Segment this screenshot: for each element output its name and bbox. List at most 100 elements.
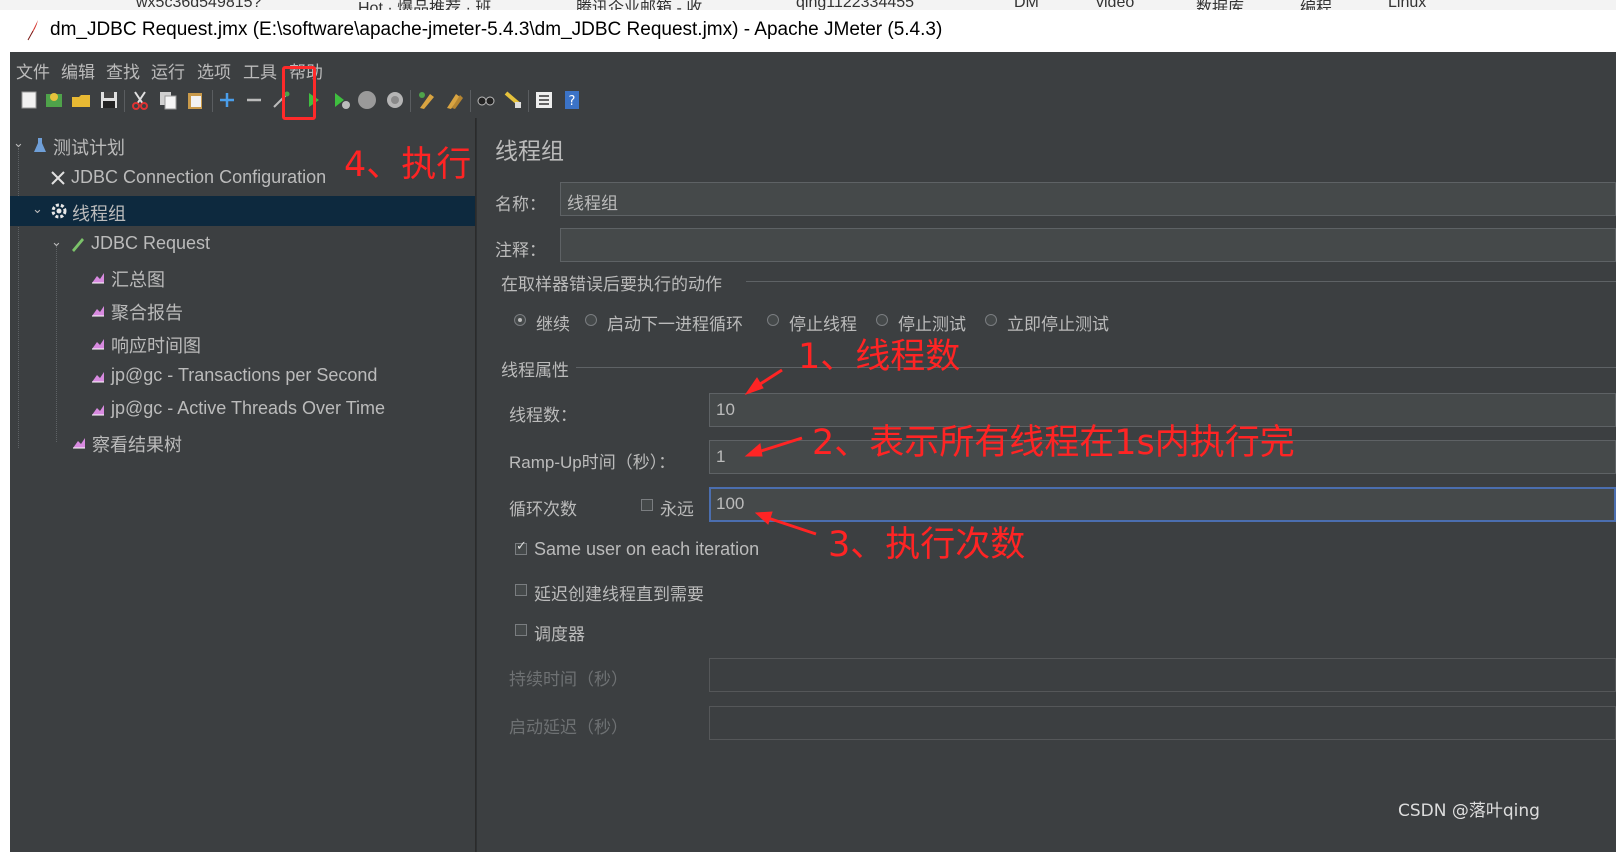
delay-thread-creation-label: 延迟创建线程直到需要 xyxy=(534,585,704,605)
tree-item-summary-graph[interactable]: 汇总图 xyxy=(10,262,475,292)
toolbar-separator xyxy=(528,90,529,112)
annotation-thread-count: 1、线程数 xyxy=(798,337,961,377)
clear-all-icon[interactable] xyxy=(443,89,465,111)
title-bar: dm_JDBC Request.jmx (E:\software\apache-… xyxy=(10,10,1616,52)
menu-edit[interactable]: 编辑 xyxy=(61,58,95,83)
scheduler-label: 调度器 xyxy=(534,625,585,645)
name-label: 名称： xyxy=(495,195,546,215)
reset-search-icon[interactable] xyxy=(502,89,524,111)
cut-icon[interactable] xyxy=(129,89,151,111)
config-tools-icon xyxy=(49,169,67,187)
shutdown-icon[interactable] xyxy=(384,89,406,111)
annotation-ramp-up: 2、表示所有线程在1s内执行完 xyxy=(812,423,1295,463)
page-title: 线程组 xyxy=(495,139,564,165)
annotation-loop-count: 3、执行次数 xyxy=(828,525,1026,565)
paste-icon[interactable] xyxy=(184,89,206,111)
help-icon[interactable]: ? xyxy=(561,89,583,111)
templates-icon[interactable] xyxy=(43,89,65,111)
menu-run[interactable]: 运行 xyxy=(151,58,185,83)
tree-item-label: 聚合报告 xyxy=(111,303,183,324)
radio-dot[interactable] xyxy=(985,314,997,326)
radio-dot[interactable] xyxy=(876,314,888,326)
start-button-highlight xyxy=(282,66,316,120)
scheduler-checkbox[interactable] xyxy=(515,624,527,636)
chevron-down-icon[interactable]: ⌄ xyxy=(32,202,43,217)
open-icon[interactable] xyxy=(70,89,92,111)
copy-icon[interactable] xyxy=(157,89,179,111)
tree-item-label: JDBC Request xyxy=(91,233,211,253)
radio-dot[interactable] xyxy=(767,314,779,326)
tree-item-label: jp@gc - Transactions per Second xyxy=(111,365,378,385)
clear-icon[interactable] xyxy=(415,89,437,111)
tree-item-response-time-graph[interactable]: 响应时间图 xyxy=(10,328,475,358)
threads-label: 线程数： xyxy=(509,406,577,426)
toolbar-separator xyxy=(124,90,125,112)
test-plan-tree: ⌄ 测试计划 JDBC Connection Configuration ⌄ 线… xyxy=(10,118,476,852)
graph-icon xyxy=(89,301,107,319)
gear-icon xyxy=(50,202,68,220)
graph-icon xyxy=(89,268,107,286)
menu-file[interactable]: 文件 xyxy=(16,58,50,83)
delay-thread-creation-checkbox[interactable] xyxy=(515,584,527,596)
tree-item-aggregate-report[interactable]: 聚合报告 xyxy=(10,295,475,325)
section-divider xyxy=(746,281,1616,282)
tree-item-label: 线程组 xyxy=(72,204,126,225)
bookmark: 数据库 xyxy=(1196,0,1245,10)
startup-delay-label: 启动延迟（秒） xyxy=(509,718,628,738)
tree-item-transactions-per-second[interactable]: jp@gc - Transactions per Second xyxy=(10,361,475,391)
csdn-watermark: CSDN @落叶qing xyxy=(1398,801,1540,821)
tree-item-label: jp@gc - Active Threads Over Time xyxy=(111,398,386,418)
toolbar-separator xyxy=(212,90,213,112)
forever-checkbox[interactable] xyxy=(641,499,653,511)
section-divider xyxy=(576,367,1616,368)
radio-label: 启动下一进程循环 xyxy=(607,315,743,335)
graph-icon xyxy=(89,367,107,385)
tree-item-thread-group[interactable]: ⌄ 线程组 xyxy=(10,196,475,226)
bookmark: 腾讯企业邮箱 - 收... xyxy=(576,0,716,10)
rampup-label: Ramp-Up时间（秒）： xyxy=(509,453,676,472)
duration-label: 持续时间（秒） xyxy=(509,670,628,690)
tree-item-active-threads-over-time[interactable]: jp@gc - Active Threads Over Time xyxy=(10,394,475,424)
start-no-pause-icon[interactable] xyxy=(330,89,352,111)
tree-item-jdbc-request[interactable]: ⌄ JDBC Request xyxy=(10,229,475,259)
svg-text:?: ? xyxy=(569,94,576,109)
graph-icon xyxy=(89,334,107,352)
radio-dot[interactable] xyxy=(514,314,526,326)
menu-bar: 文件 编辑 查找 运行 选项 工具 帮助 xyxy=(10,52,1616,84)
function-helper-icon[interactable] xyxy=(533,89,555,111)
bookmark: video xyxy=(1096,0,1135,10)
collapse-icon[interactable] xyxy=(243,89,265,111)
graph-icon xyxy=(89,400,107,418)
name-field[interactable]: 线程组 xyxy=(560,182,1616,216)
new-icon[interactable] xyxy=(18,89,40,111)
chevron-down-icon[interactable]: ⌄ xyxy=(51,235,62,250)
graph-icon xyxy=(70,433,88,451)
stop-icon[interactable] xyxy=(356,89,378,111)
jmeter-feather-icon xyxy=(24,19,42,41)
toolbar-separator xyxy=(410,90,411,112)
test-plan-icon xyxy=(31,136,49,154)
menu-tools[interactable]: 工具 xyxy=(243,58,277,83)
error-action-section-title: 在取样器错误后要执行的动作 xyxy=(501,275,722,295)
radio-label: 继续 xyxy=(536,315,570,335)
bookmark: 编程 xyxy=(1300,0,1333,10)
save-icon[interactable] xyxy=(98,89,120,111)
bookmark: qing1122334455 xyxy=(796,0,915,10)
search-icon[interactable] xyxy=(475,89,497,111)
toolbar: ? xyxy=(10,84,1616,118)
chevron-down-icon[interactable]: ⌄ xyxy=(13,136,24,151)
startup-delay-input xyxy=(709,706,1616,740)
same-user-checkbox[interactable] xyxy=(515,539,527,555)
tree-item-view-results-tree[interactable]: 察看结果树 xyxy=(10,427,475,457)
menu-search[interactable]: 查找 xyxy=(106,58,140,83)
duration-input xyxy=(709,658,1616,692)
annotation-execute: 4、执行 xyxy=(344,145,472,185)
thread-group-panel: 线程组 名称： 线程组 注释： 在取样器错误后要执行的动作 继续 启动下一进程循… xyxy=(484,118,1616,852)
forever-label: 永远 xyxy=(660,500,694,520)
comment-field[interactable] xyxy=(560,228,1616,262)
radio-dot[interactable] xyxy=(585,314,597,326)
window-title: dm_JDBC Request.jmx (E:\software\apache-… xyxy=(50,19,943,40)
tree-item-label: JDBC Connection Configuration xyxy=(71,167,327,187)
menu-options[interactable]: 选项 xyxy=(197,58,231,83)
expand-icon[interactable] xyxy=(216,89,238,111)
